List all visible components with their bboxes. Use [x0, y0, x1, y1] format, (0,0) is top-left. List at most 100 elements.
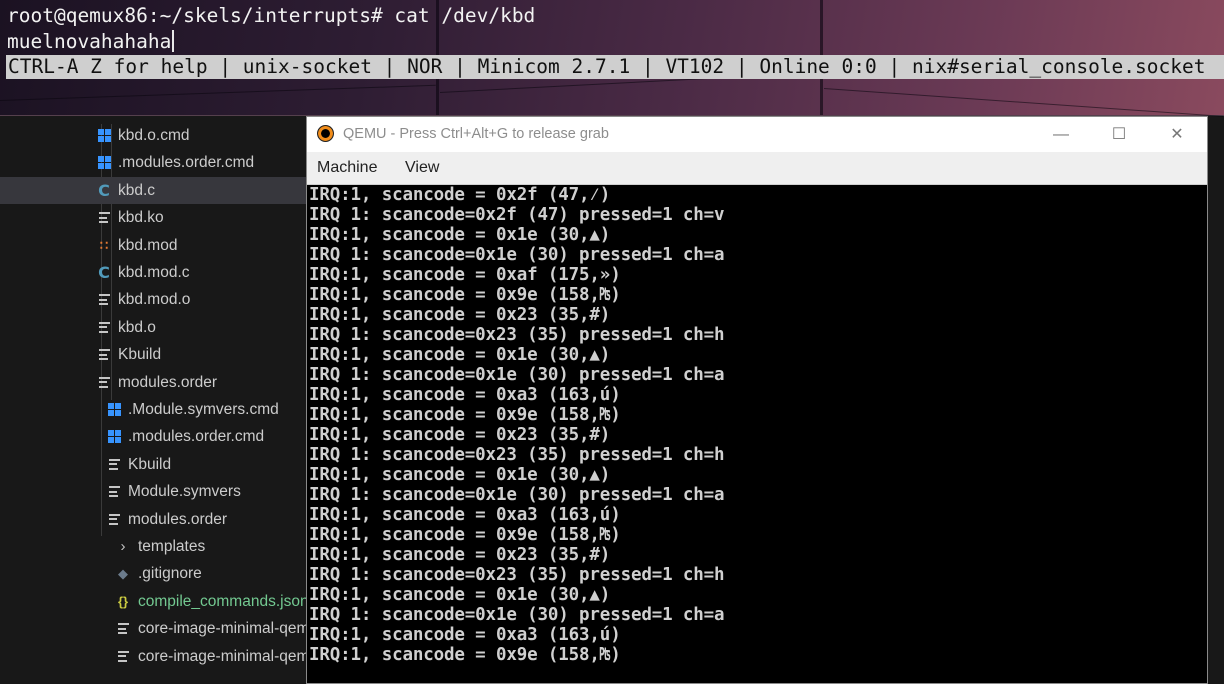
- c-file-icon: C: [98, 180, 110, 200]
- tree-item-label: .gitignore: [138, 565, 202, 583]
- file-lines-icon: [96, 286, 112, 313]
- console-line: IRQ:1, scancode = 0x2f (47,⁄): [309, 185, 611, 205]
- background-wire: [0, 84, 436, 101]
- git-icon: ◆: [118, 566, 128, 582]
- tree-item-label: .modules.order.cmd: [128, 428, 265, 446]
- tree-item-label: kbd.o.cmd: [118, 127, 190, 144]
- tree-item[interactable]: .modules.order.cmd: [0, 423, 310, 450]
- tree-item-label: .modules.order.cmd: [118, 154, 255, 172]
- tree-item[interactable]: Kbuild: [0, 341, 310, 368]
- terminal-output-text: muelnovahahaha: [7, 30, 172, 53]
- tree-item-label: core-image-minimal-qemux86: [138, 647, 310, 665]
- file-lines-icon: [115, 643, 131, 670]
- tree-item-label: modules.order: [118, 373, 218, 391]
- menu-machine[interactable]: Machine: [317, 159, 377, 177]
- console-line: IRQ:1, scancode = 0x1e (30,▲): [309, 345, 611, 365]
- console-line: IRQ:1, scancode = 0x1e (30,▲): [309, 585, 611, 605]
- text-cursor: [172, 30, 175, 52]
- file-lines-icon: [106, 478, 122, 505]
- tree-item-label: kbd.mod.o: [118, 291, 191, 309]
- tree-item-label: templates: [138, 538, 206, 555]
- tree-item[interactable]: core-image-minimal-qemux86: [0, 615, 310, 642]
- console-line: IRQ:1, scancode = 0xa3 (163,ú): [309, 505, 621, 525]
- tree-item-label: modules.order: [128, 510, 228, 528]
- c-file-icon: C: [98, 263, 110, 282]
- console-line: IRQ:1, scancode = 0x1e (30,▲): [309, 225, 611, 245]
- tree-item[interactable]: Kbuild: [0, 451, 310, 478]
- windows-icon: [96, 149, 112, 176]
- maximize-button[interactable]: ☐: [1099, 122, 1139, 147]
- window-title: QEMU - Press Ctrl+Alt+G to release grab: [343, 126, 609, 142]
- vga-console[interactable]: IRQ:1, scancode = 0x2f (47,⁄) IRQ 1: scan…: [307, 185, 1207, 683]
- console-line: IRQ:1, scancode = 0x9e (158,₧): [309, 645, 621, 665]
- file-lines-icon: [106, 451, 122, 478]
- console-line: IRQ 1: scancode=0x23 (35) pressed=1 ch=h: [309, 565, 725, 585]
- windows-icon: [106, 396, 122, 423]
- tree-item-label: Module.symvers: [128, 483, 241, 501]
- tree-item[interactable]: ◆ .gitignore: [0, 560, 310, 587]
- tree-item[interactable]: kbd.ko: [0, 204, 310, 231]
- tree-item[interactable]: core-image-minimal-qemux86: [0, 643, 310, 670]
- tree-item[interactable]: {} compile_commands.json: [0, 588, 310, 615]
- tree-item[interactable]: Module.symvers: [0, 478, 310, 505]
- console-line: IRQ:1, scancode = 0x23 (35,#): [309, 545, 611, 565]
- tree-item-label: kbd.c: [118, 181, 156, 199]
- tree-item-label: Kbuild: [128, 455, 172, 473]
- json-icon: {}: [117, 593, 129, 609]
- console-line: IRQ 1: scancode=0x2f (47) pressed=1 ch=v: [309, 205, 725, 225]
- tree-item[interactable]: ∷ kbd.mod: [0, 232, 310, 259]
- console-line: IRQ:1, scancode = 0x23 (35,#): [309, 425, 611, 445]
- tree-item[interactable]: .modules.order.cmd: [0, 149, 310, 176]
- background-wire: [823, 88, 1224, 117]
- file-lines-icon: [115, 615, 131, 642]
- menu-view[interactable]: View: [405, 159, 439, 177]
- tree-item[interactable]: Ckbd.c: [0, 176, 310, 204]
- tree-item[interactable]: .Module.symvers.cmd: [0, 396, 310, 423]
- terminal-output-line: muelnovahahaha: [7, 30, 175, 53]
- console-line: IRQ 1: scancode=0x23 (35) pressed=1 ch=h: [309, 325, 725, 345]
- tree-item[interactable]: modules.order: [0, 506, 310, 533]
- tree-item-label: kbd.ko: [118, 209, 164, 227]
- windows-icon: [96, 122, 112, 149]
- tree-item[interactable]: modules.order: [0, 369, 310, 396]
- windows-icon: [106, 423, 122, 450]
- qemu-titlebar[interactable]: QEMU - Press Ctrl+Alt+G to release grab …: [307, 117, 1207, 152]
- console-line: IRQ 1: scancode=0x1e (30) pressed=1 ch=a: [309, 605, 725, 625]
- minimize-button[interactable]: —: [1041, 122, 1081, 147]
- tree-item[interactable]: kbd.o.cmd: [0, 122, 310, 149]
- console-line: IRQ:1, scancode = 0x1e (30,▲): [309, 465, 611, 485]
- console-line: IRQ 1: scancode=0x1e (30) pressed=1 ch=a: [309, 485, 725, 505]
- console-line: IRQ:1, scancode = 0xa3 (163,ú): [309, 625, 621, 645]
- console-line: IRQ:1, scancode = 0x9e (158,₧): [309, 525, 621, 545]
- console-line: IRQ:1, scancode = 0x9e (158,₧): [309, 405, 621, 425]
- tree-item[interactable]: Ckbd.mod.c: [0, 259, 310, 286]
- file-lines-icon: [96, 204, 112, 231]
- tree-item-label: kbd.mod.c: [118, 264, 190, 281]
- console-line: IRQ:1, scancode = 0x9e (158,₧): [309, 285, 621, 305]
- console-line: IRQ 1: scancode=0x1e (30) pressed=1 ch=a: [309, 245, 725, 265]
- rss-icon: ∷: [99, 237, 109, 253]
- file-lines-icon: [96, 314, 112, 341]
- terminal-prompt-line: root@qemux86:~/skels/interrupts# cat /de…: [7, 4, 536, 27]
- file-lines-icon: [96, 341, 112, 368]
- qemu-window[interactable]: QEMU - Press Ctrl+Alt+G to release grab …: [306, 116, 1208, 684]
- minicom-status-bar: CTRL-A Z for help | unix-socket | NOR | …: [6, 55, 1224, 79]
- file-lines-icon: [106, 506, 122, 533]
- minicom-terminal[interactable]: root@qemux86:~/skels/interrupts# cat /de…: [0, 0, 1224, 117]
- tree-item-label: kbd.o: [118, 318, 156, 336]
- tree-item[interactable]: kbd.o: [0, 314, 310, 341]
- console-line: IRQ:1, scancode = 0xaf (175,»): [309, 265, 621, 285]
- tree-item-label: compile_commands.json: [138, 592, 309, 610]
- tree-item-label: kbd.mod: [118, 236, 178, 254]
- console-line: IRQ 1: scancode=0x23 (35) pressed=1 ch=h: [309, 445, 725, 465]
- file-explorer[interactable]: kbd.o.cmd .modules.order.cmd Ckbd.c kbd.ko ∷…: [0, 116, 310, 680]
- qemu-logo-icon: [317, 125, 334, 142]
- tree-item-label: Kbuild: [118, 346, 162, 364]
- file-lines-icon: [96, 369, 112, 396]
- tree-item[interactable]: › templates: [0, 533, 310, 560]
- console-line: IRQ:1, scancode = 0x23 (35,#): [309, 305, 611, 325]
- tree-item[interactable]: kbd.mod.o: [0, 286, 310, 313]
- console-line: IRQ:1, scancode = 0xa3 (163,ú): [309, 385, 621, 405]
- console-line: IRQ 1: scancode=0x1e (30) pressed=1 ch=a: [309, 365, 725, 385]
- close-button[interactable]: ✕: [1157, 122, 1197, 147]
